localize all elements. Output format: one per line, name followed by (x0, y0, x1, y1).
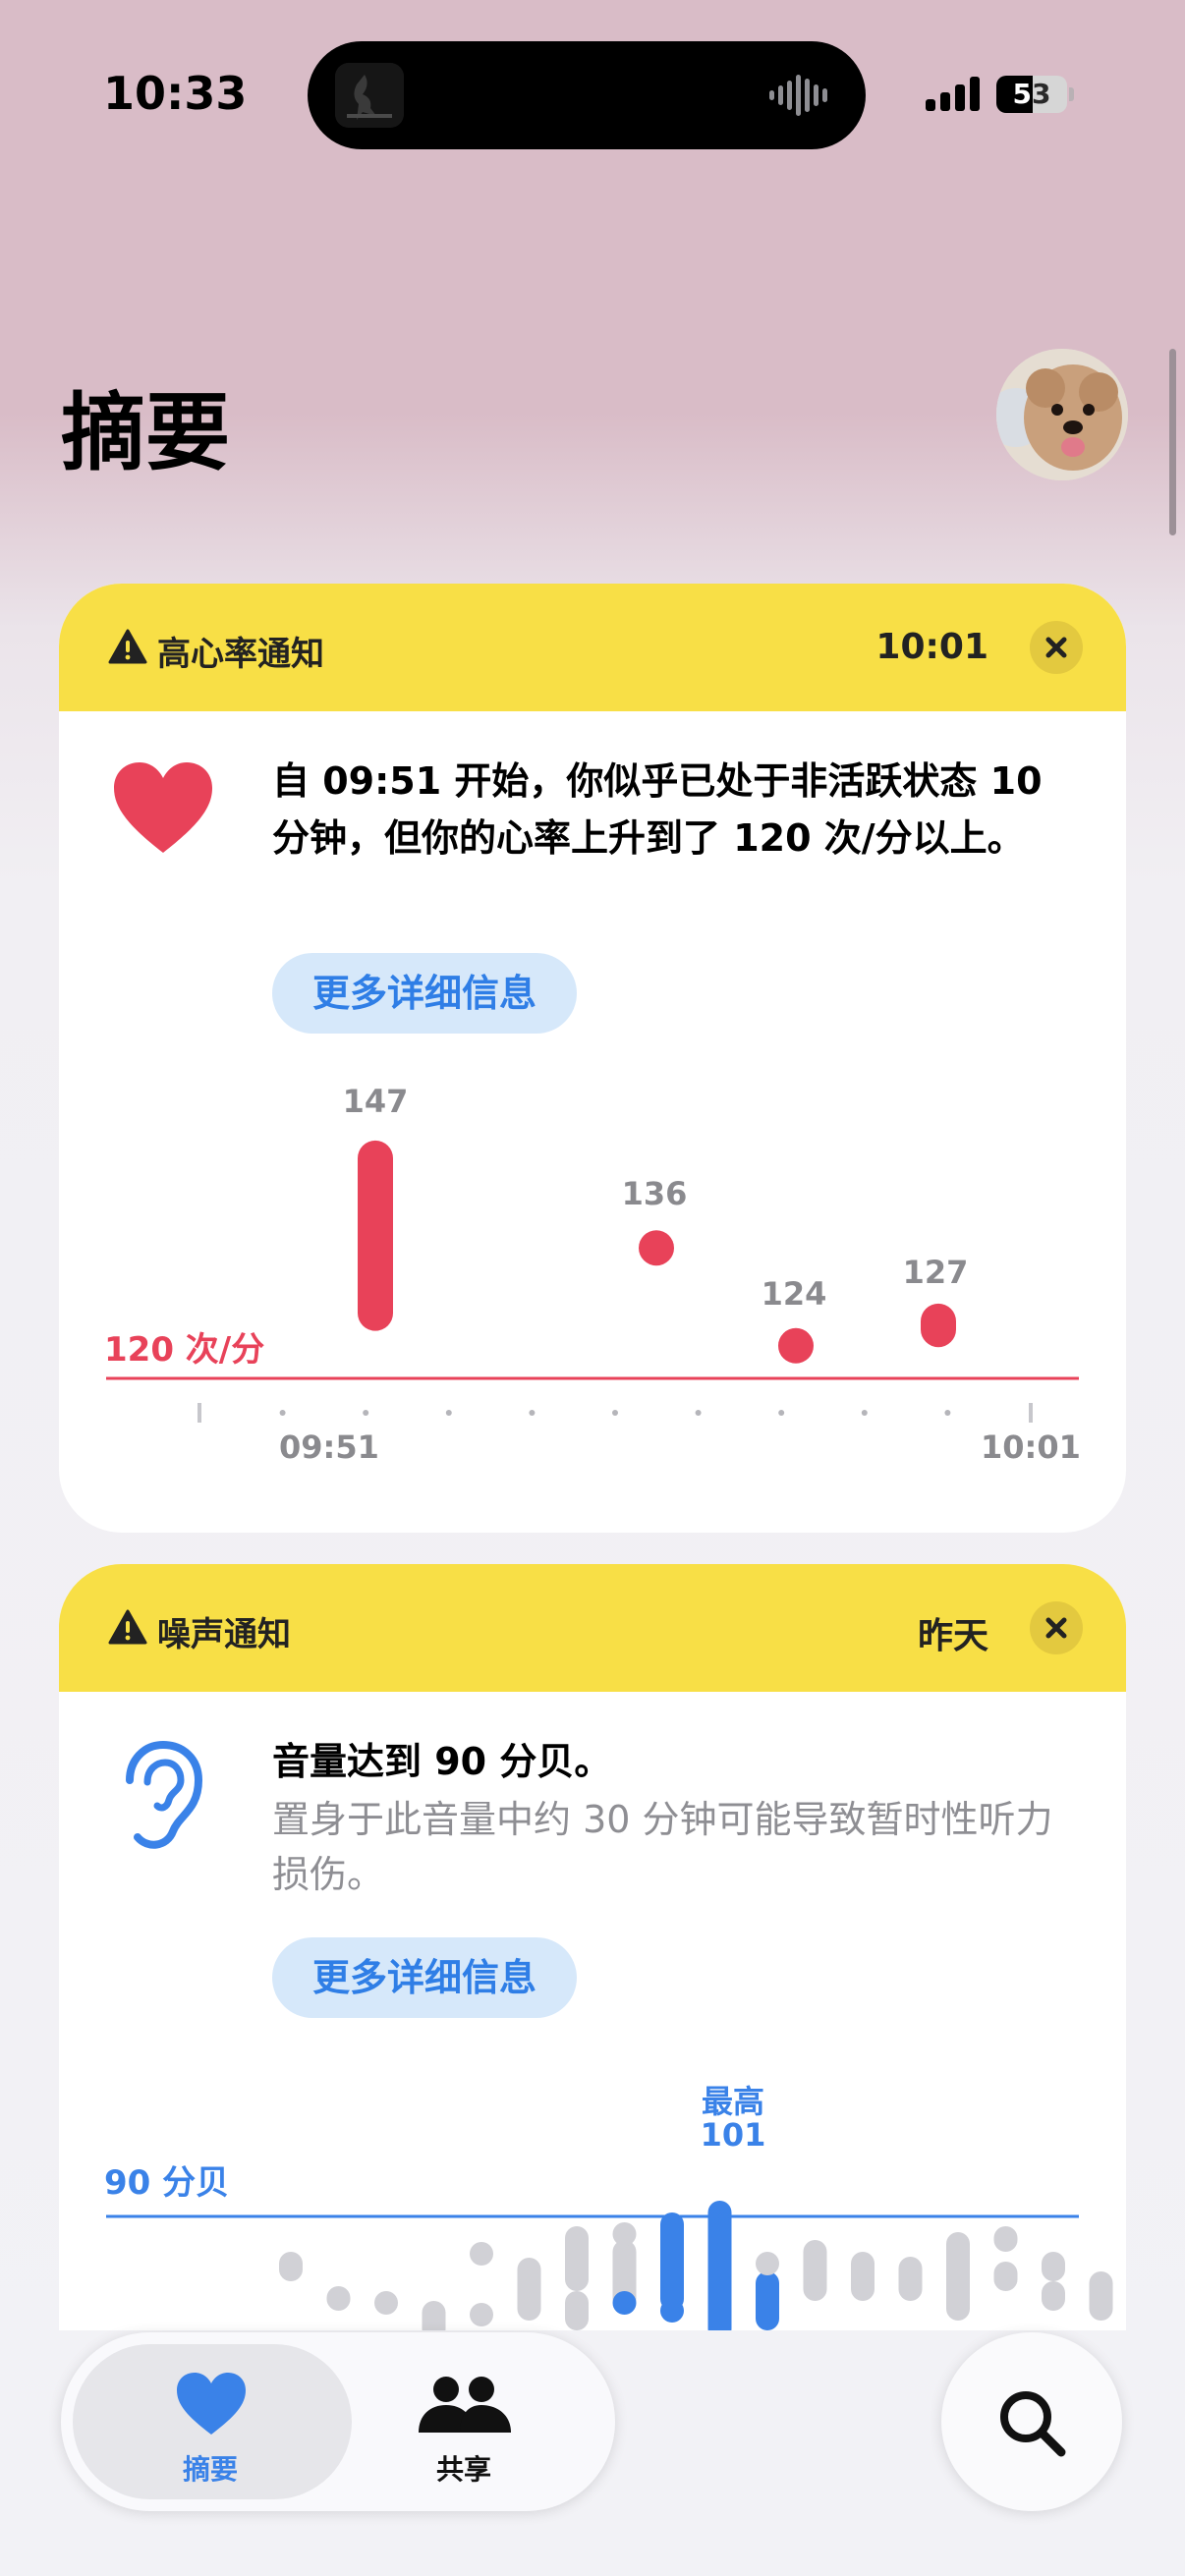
noise-bar (993, 2262, 1018, 2291)
audio-waveform-icon (769, 75, 827, 116)
high-heart-rate-card[interactable]: 高心率通知 10:01 自 09:51 开始，你似乎已处于非活跃状态 10 分钟… (59, 584, 1126, 1533)
tab-bar: 摘要 共享 (61, 2332, 615, 2511)
x-start-label: 09:51 (279, 1428, 379, 1466)
heart-rate-mark (358, 1140, 393, 1331)
noise-bar (660, 2299, 684, 2323)
x-tick-dot (944, 1410, 951, 1416)
noise-bars (279, 2201, 1113, 2330)
x-tick-end (1029, 1403, 1033, 1423)
scroll-indicator[interactable] (1169, 349, 1176, 535)
x-axis-ticks (198, 1403, 1033, 1423)
x-tick-start (198, 1403, 201, 1423)
noise-bar (517, 2258, 541, 2321)
noise-bar (803, 2240, 827, 2301)
status-time: 10:33 (103, 67, 248, 120)
tab-sharing-label: 共享 (436, 2453, 492, 2486)
x-tick-dot (778, 1410, 785, 1416)
x-tick-dot (363, 1410, 369, 1416)
noise-bar (993, 2226, 1018, 2252)
search-button[interactable] (941, 2332, 1122, 2511)
now-playing-artwork (335, 63, 404, 128)
battery-indicator: 53 (996, 76, 1067, 113)
x-tick-dot (861, 1410, 868, 1416)
x-tick-dot (695, 1410, 702, 1416)
noise-bar (707, 2201, 732, 2330)
noise-notification-card[interactable]: 噪声通知 昨天 音量达到 90 分贝。 置身于此音量中约 30 分钟可能导致暂时… (59, 1564, 1126, 2330)
noise-bar (470, 2303, 493, 2326)
noise-bar (374, 2291, 398, 2315)
noise-bar (1089, 2271, 1113, 2321)
x-tick-dot (612, 1410, 618, 1416)
noise-level-chart (106, 2201, 1113, 2330)
tab-summary-label: 摘要 (183, 2453, 239, 2486)
noise-bar (279, 2252, 303, 2281)
noise-bar (660, 2212, 684, 2271)
heart-rate-mark (639, 1230, 674, 1266)
page-title: 摘要 (61, 384, 230, 482)
x-tick-dot (445, 1410, 452, 1416)
noise-bar (898, 2257, 923, 2301)
x-tick-dot (529, 1410, 536, 1416)
noise-bar (422, 2301, 446, 2330)
noise-bar (612, 2222, 637, 2246)
people-icon (419, 2377, 511, 2433)
noise-bar (565, 2291, 589, 2330)
noise-bar (612, 2291, 637, 2315)
search-icon (1000, 2391, 1066, 2457)
heart-rate-marks (358, 1140, 956, 1364)
cellular-signal-icon (926, 77, 980, 111)
noise-bar (470, 2242, 493, 2266)
heart-rate-mark (778, 1327, 814, 1364)
battery-nub (1069, 87, 1074, 101)
x-end-label: 10:01 (981, 1428, 1081, 1466)
noise-bar (946, 2232, 970, 2321)
x-tick-dot (279, 1410, 286, 1416)
heart-rate-chart (106, 1140, 1079, 1423)
noise-bar (756, 2271, 779, 2330)
dynamic-island[interactable] (308, 41, 866, 149)
noise-bar (851, 2252, 875, 2301)
noise-bar (756, 2252, 779, 2275)
heart-icon (177, 2373, 246, 2435)
battery-percent: 53 (1012, 78, 1051, 110)
noise-bar (1042, 2281, 1065, 2311)
noise-bar (1042, 2252, 1065, 2281)
noise-bar (565, 2226, 589, 2291)
noise-bar (326, 2286, 351, 2311)
avatar[interactable] (996, 349, 1128, 480)
heart-rate-mark (921, 1303, 956, 1348)
